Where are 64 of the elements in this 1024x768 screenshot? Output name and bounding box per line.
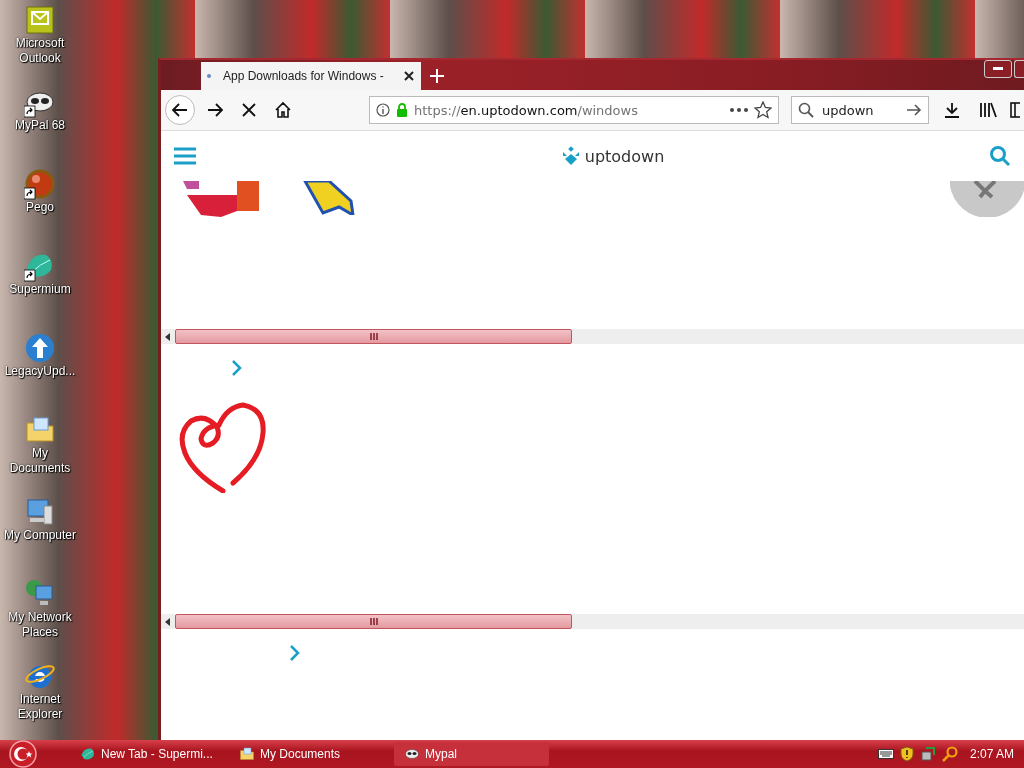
shield-icon[interactable] <box>899 746 914 762</box>
chevron-right-icon <box>231 359 243 377</box>
desktop-icon-label[interactable]: My Documents <box>1 446 79 476</box>
search-icon <box>989 145 1011 167</box>
star-icon[interactable] <box>754 101 772 119</box>
taskbar-button[interactable]: Mypal <box>394 742 549 766</box>
horizontal-scrollbar[interactable] <box>161 329 1024 344</box>
envelope-icon[interactable] <box>24 4 56 36</box>
raccoon-icon <box>404 746 420 762</box>
chevron-right-icon <box>289 644 301 662</box>
site-logo-text[interactable]: uptodown <box>584 146 665 166</box>
minimize-icon <box>993 67 1003 71</box>
clock-time: 2:07 AM <box>969 747 1014 761</box>
close-icon[interactable] <box>403 70 415 82</box>
maximize-button[interactable] <box>1014 60 1024 78</box>
horizontal-scrollbar[interactable] <box>161 614 1024 629</box>
scroll-thumb[interactable] <box>175 614 572 629</box>
folder-icon <box>239 746 255 762</box>
leaf-icon <box>80 746 96 762</box>
scroll-left-arrow-icon[interactable] <box>165 332 171 341</box>
library-icon <box>979 102 997 118</box>
desktop-icon-label[interactable]: Internet Explorer <box>1 692 79 722</box>
back-arrow-icon <box>171 101 189 119</box>
plus-icon <box>429 68 445 84</box>
scroll-thumb[interactable] <box>175 329 572 344</box>
search-text: updown <box>822 102 875 118</box>
go-arrow-icon[interactable] <box>906 103 922 117</box>
taskbar-button[interactable]: My Documents <box>235 742 390 766</box>
desktop-icon-label[interactable]: Supermium <box>1 282 79 297</box>
desktop-icon-label[interactable]: My Network Places <box>1 610 79 640</box>
desktop-icon-label[interactable]: Microsoft Outlook <box>1 36 79 66</box>
loading-dot-icon <box>207 74 211 78</box>
shortcut-orb-icon[interactable] <box>24 168 56 200</box>
desktop-icon-label[interactable]: MyPal 68 <box>1 118 79 133</box>
url-text: https://en.uptodown.com/windows <box>414 102 639 118</box>
globe-icon[interactable] <box>24 332 56 364</box>
back-arrow-button[interactable] <box>165 95 195 125</box>
forward-arrow-icon <box>206 101 224 119</box>
desktop-icon-label[interactable]: Pego <box>1 200 79 215</box>
scroll-left-arrow-icon[interactable] <box>165 617 171 626</box>
download-arrow-icon <box>944 102 960 118</box>
desktop-icon-label[interactable]: LegacyUpd... <box>1 364 79 379</box>
sidebar-icon <box>1010 102 1020 118</box>
menu-icon <box>173 146 197 166</box>
search-field[interactable]: updown <box>791 96 929 124</box>
search-icon <box>798 102 814 118</box>
minimize-button[interactable] <box>984 60 1012 78</box>
network-icon[interactable] <box>919 746 936 762</box>
grip-icon <box>369 333 378 340</box>
logo-mark-icon[interactable] <box>560 146 581 166</box>
home-icon <box>274 101 292 119</box>
search-icon[interactable] <box>941 746 958 762</box>
computer-icon[interactable] <box>24 496 56 528</box>
stop-icon <box>240 101 258 119</box>
address-bar[interactable]: https://en.uptodown.com/windows <box>369 96 779 124</box>
browser-tab[interactable]: App Downloads for Windows - <box>201 62 421 90</box>
taskbar-button[interactable]: New Tab - Supermi... <box>76 742 231 766</box>
info-icon[interactable] <box>376 103 390 117</box>
keyboard-icon[interactable] <box>877 748 894 760</box>
grip-icon <box>369 618 378 625</box>
desktop-icon-label[interactable]: My Computer <box>1 528 79 543</box>
more-dots-icon[interactable] <box>730 108 748 112</box>
tab-title: App Downloads for Windows - <box>223 69 385 83</box>
padlock-icon <box>396 103 408 117</box>
